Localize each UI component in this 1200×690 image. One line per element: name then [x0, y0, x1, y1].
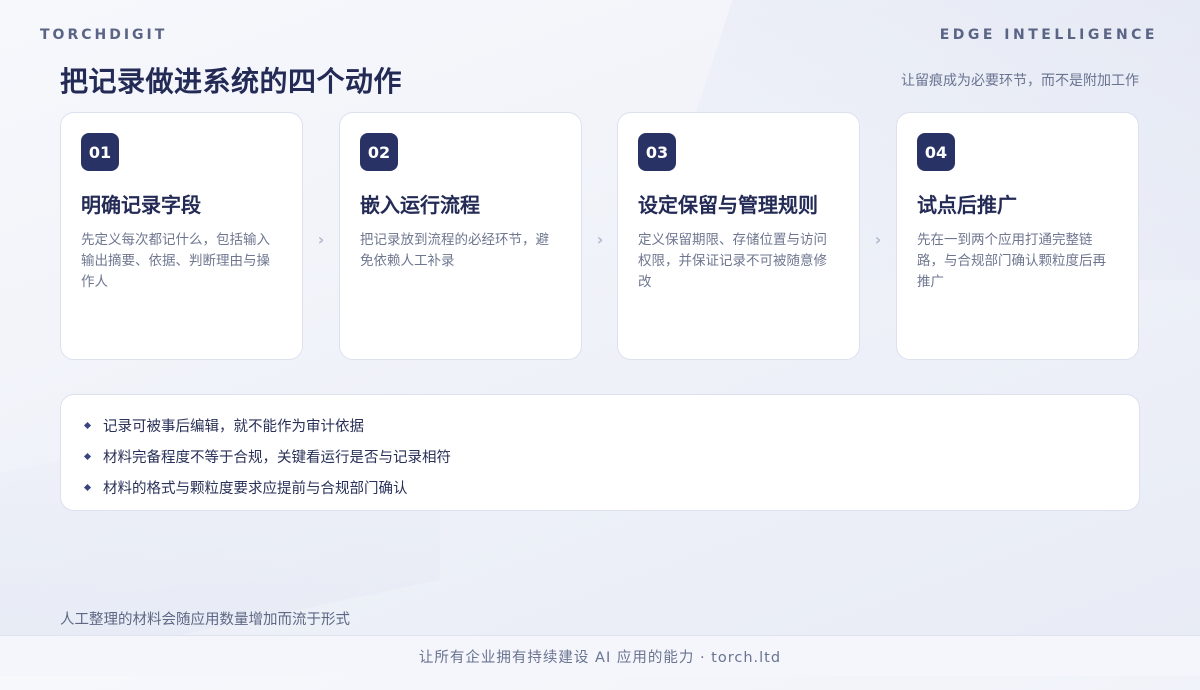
step-title: 嵌入运行流程 — [360, 193, 480, 217]
step-title: 试点后推广 — [917, 193, 1017, 217]
diamond-bullet-icon — [83, 483, 92, 492]
note-item: 材料的格式与颗粒度要求应提前与合规部门确认 — [83, 472, 1115, 503]
note-text: 记录可被事后编辑，就不能作为审计依据 — [103, 419, 364, 435]
notes-panel: 记录可被事后编辑，就不能作为审计依据 材料完备程度不等于合规，关键看运行是否与记… — [60, 394, 1140, 511]
step-number-badge: 01 — [81, 133, 119, 171]
step-description: 先在一到两个应用打通完整链路，与合规部门确认颗粒度后再推广 — [917, 232, 1106, 290]
note-text: 材料完备程度不等于合规，关键看运行是否与记录相符 — [103, 450, 451, 466]
footer-text: 让所有企业拥有持续建设 AI 应用的能力 · torch.ltd — [418, 649, 782, 666]
note-text: 材料的格式与颗粒度要求应提前与合规部门确认 — [103, 481, 408, 497]
chevron-right-icon: › — [874, 230, 882, 249]
step-description: 定义保留期限、存储位置与访问权限，并保证记录不可被随意修改 — [638, 232, 827, 290]
footer-bar: 让所有企业拥有持续建设 AI 应用的能力 · torch.ltd — [0, 635, 1200, 676]
step-title: 设定保留与管理规则 — [638, 193, 818, 217]
step-card-3: 03 设定保留与管理规则 定义保留期限、存储位置与访问权限，并保证记录不可被随意… — [617, 112, 860, 360]
footnote: 人工整理的材料会随应用数量增加而流于形式 — [60, 612, 350, 628]
step-card-2: 02 嵌入运行流程 把记录放到流程的必经环节，避免依赖人工补录 — [339, 112, 582, 360]
steps-row: 01 明确记录字段 先定义每次都记什么，包括输入输出摘要、依据、判断理由与操作人… — [60, 112, 1140, 362]
step-description: 先定义每次都记什么，包括输入输出摘要、依据、判断理由与操作人 — [81, 232, 270, 290]
step-title: 明确记录字段 — [81, 193, 201, 217]
step-card-1: 01 明确记录字段 先定义每次都记什么，包括输入输出摘要、依据、判断理由与操作人 — [60, 112, 303, 360]
page-title: 把记录做进系统的四个动作 — [60, 65, 403, 98]
page-subtitle: 让留痕成为必要环节，而不是附加工作 — [901, 73, 1139, 89]
chevron-right-icon: › — [596, 230, 604, 249]
brand-tagline: EDGE INTELLIGENCE — [939, 27, 1158, 43]
step-card-4: 04 试点后推广 先在一到两个应用打通完整链路，与合规部门确认颗粒度后再推广 — [896, 112, 1139, 360]
note-item: 材料完备程度不等于合规，关键看运行是否与记录相符 — [83, 441, 1115, 472]
note-item: 记录可被事后编辑，就不能作为审计依据 — [83, 410, 1115, 441]
diamond-bullet-icon — [83, 421, 92, 430]
brand-logo-text: TORCHDIGIT — [40, 27, 168, 43]
diamond-bullet-icon — [83, 452, 92, 461]
step-number-badge: 02 — [360, 133, 398, 171]
chevron-right-icon: › — [317, 230, 325, 249]
step-number-badge: 03 — [638, 133, 676, 171]
step-description: 把记录放到流程的必经环节，避免依赖人工补录 — [360, 232, 549, 269]
step-number-badge: 04 — [917, 133, 955, 171]
